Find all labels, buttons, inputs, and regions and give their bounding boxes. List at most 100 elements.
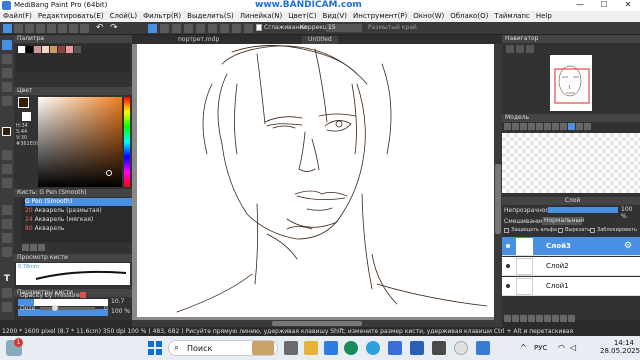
model-icon[interactable] xyxy=(560,123,567,130)
brush-item[interactable]: 24 Акварель (мягкая) xyxy=(25,216,133,224)
task-view-icon[interactable] xyxy=(284,341,298,355)
layer-settings-icon[interactable]: ⚙ xyxy=(624,241,632,251)
tab-untitled[interactable]: Untitled xyxy=(302,36,338,44)
app-icon[interactable] xyxy=(388,341,402,355)
snap-parallel-icon[interactable] xyxy=(208,24,217,33)
select-pen-icon[interactable] xyxy=(2,219,12,229)
eye-icon[interactable] xyxy=(506,244,510,248)
menu-layer[interactable]: Слой(L) xyxy=(107,11,141,20)
bg-color-swatch[interactable] xyxy=(22,112,31,121)
menu-window[interactable]: Окно(W) xyxy=(410,11,447,20)
lasso-tool-icon[interactable] xyxy=(2,178,12,188)
text-tool-icon[interactable]: T xyxy=(2,274,12,284)
models-area[interactable] xyxy=(502,133,640,193)
clip-checkbox[interactable] xyxy=(558,228,563,233)
snap-focus-icon[interactable] xyxy=(232,24,241,33)
mail-icon[interactable] xyxy=(324,341,338,355)
delete-layer-icon[interactable] xyxy=(568,315,575,322)
layer-row[interactable]: Слой2 xyxy=(502,257,640,276)
blend-select[interactable]: Нормальный xyxy=(542,217,584,225)
correction-select[interactable]: 15 xyxy=(326,24,362,32)
navigator-preview[interactable] xyxy=(550,55,592,111)
fit-icon[interactable] xyxy=(526,45,534,53)
gradient-tool-icon[interactable] xyxy=(2,96,12,106)
lock-checkbox[interactable] xyxy=(590,228,595,233)
operation-tool-icon[interactable] xyxy=(2,288,12,298)
tray-chevron-icon[interactable]: ^ xyxy=(520,343,527,352)
eye-icon[interactable] xyxy=(506,264,510,268)
medibang-icon[interactable] xyxy=(476,341,490,355)
brush-item[interactable]: 80 Акварель xyxy=(25,225,133,233)
ooze-slider[interactable] xyxy=(40,305,95,311)
windows-start-icon[interactable] xyxy=(148,341,162,355)
add-brush-icon[interactable] xyxy=(22,244,29,251)
layer-row[interactable]: Слой3 ⚙ xyxy=(502,237,640,256)
file-explorer-icon[interactable] xyxy=(304,341,318,355)
select-eraser-icon[interactable] xyxy=(2,233,12,243)
tab-portrait[interactable]: портрет.mdp xyxy=(172,36,225,44)
clear-layer-icon[interactable] xyxy=(560,315,567,322)
brush-settings-icon[interactable] xyxy=(30,244,37,251)
move-tool-icon[interactable] xyxy=(2,150,12,160)
pressure-toggle[interactable] xyxy=(80,292,86,298)
duplicate-layer-icon[interactable] xyxy=(528,315,535,322)
menu-view[interactable]: Вид(V) xyxy=(320,11,350,20)
zoom-in-icon[interactable] xyxy=(506,45,514,53)
move-down-icon[interactable] xyxy=(552,315,559,322)
snap-off-icon[interactable] xyxy=(196,24,205,33)
horizontal-scrollbar[interactable] xyxy=(132,320,502,327)
bandicam-icon[interactable] xyxy=(432,341,446,355)
grid-icon[interactable] xyxy=(58,24,67,33)
word-icon[interactable] xyxy=(410,341,424,355)
palette-swatch[interactable] xyxy=(26,46,33,53)
model-icon[interactable] xyxy=(552,123,559,130)
hue-slider[interactable] xyxy=(124,97,130,187)
menu-cloud[interactable]: Облако(O) xyxy=(447,11,491,20)
move-up-icon[interactable] xyxy=(544,315,551,322)
invert-selection-icon[interactable] xyxy=(172,24,181,33)
menu-color[interactable]: Цвет(C) xyxy=(285,11,319,20)
model-icon[interactable] xyxy=(568,123,575,130)
eraser-tool-icon[interactable] xyxy=(2,54,12,64)
telegram-icon[interactable] xyxy=(366,341,380,355)
select-all-icon[interactable] xyxy=(148,24,157,33)
color-picker-cursor[interactable] xyxy=(106,170,112,176)
model-icon[interactable] xyxy=(584,123,591,130)
document-canvas[interactable] xyxy=(137,44,494,317)
palette-swatch[interactable] xyxy=(18,46,25,53)
menu-file[interactable]: Файл(F) xyxy=(0,11,35,20)
close-button[interactable]: ✕ xyxy=(616,0,640,11)
eyedropper-icon[interactable] xyxy=(2,302,12,312)
model-icon[interactable] xyxy=(504,123,511,130)
brush-item[interactable]: G Pen (Smooth) xyxy=(25,198,133,206)
palette-swatch[interactable] xyxy=(42,46,49,53)
vertical-scrollbar[interactable] xyxy=(494,44,502,320)
merge-down-icon[interactable] xyxy=(536,315,543,322)
volume-icon[interactable]: ◁ xyxy=(570,343,576,352)
dot-tool-icon[interactable] xyxy=(2,68,12,78)
new-file-icon[interactable] xyxy=(3,24,12,33)
zoom-out-icon[interactable] xyxy=(516,45,524,53)
menu-ruler[interactable]: Линейка(N) xyxy=(237,11,285,20)
minimize-button[interactable]: — xyxy=(568,0,592,11)
palette-swatch[interactable] xyxy=(74,46,81,53)
model-icon[interactable] xyxy=(528,123,535,130)
delete-brush-icon[interactable] xyxy=(38,244,45,251)
redo-icon[interactable]: ↷ xyxy=(110,24,119,33)
palette-swatch[interactable] xyxy=(66,46,73,53)
maximize-button[interactable]: ☐ xyxy=(592,0,616,11)
menu-help[interactable]: Help xyxy=(533,11,555,20)
model-icon[interactable] xyxy=(536,123,543,130)
select-tool-icon[interactable] xyxy=(2,164,12,174)
color-square[interactable] xyxy=(38,97,122,187)
fg-color-swatch[interactable] xyxy=(18,97,29,108)
eye-icon[interactable] xyxy=(506,284,510,288)
fill-tool-icon[interactable] xyxy=(2,82,12,92)
zoom-icon[interactable] xyxy=(80,24,89,33)
palette-swatch[interactable] xyxy=(50,46,57,53)
palette-swatch[interactable] xyxy=(34,46,41,53)
ruler-icon[interactable] xyxy=(184,24,193,33)
pen-tool-icon[interactable] xyxy=(2,40,12,50)
smoothing-checkbox[interactable] xyxy=(256,24,262,31)
clock[interactable]: 14:14 28.05.2025 xyxy=(600,339,640,355)
